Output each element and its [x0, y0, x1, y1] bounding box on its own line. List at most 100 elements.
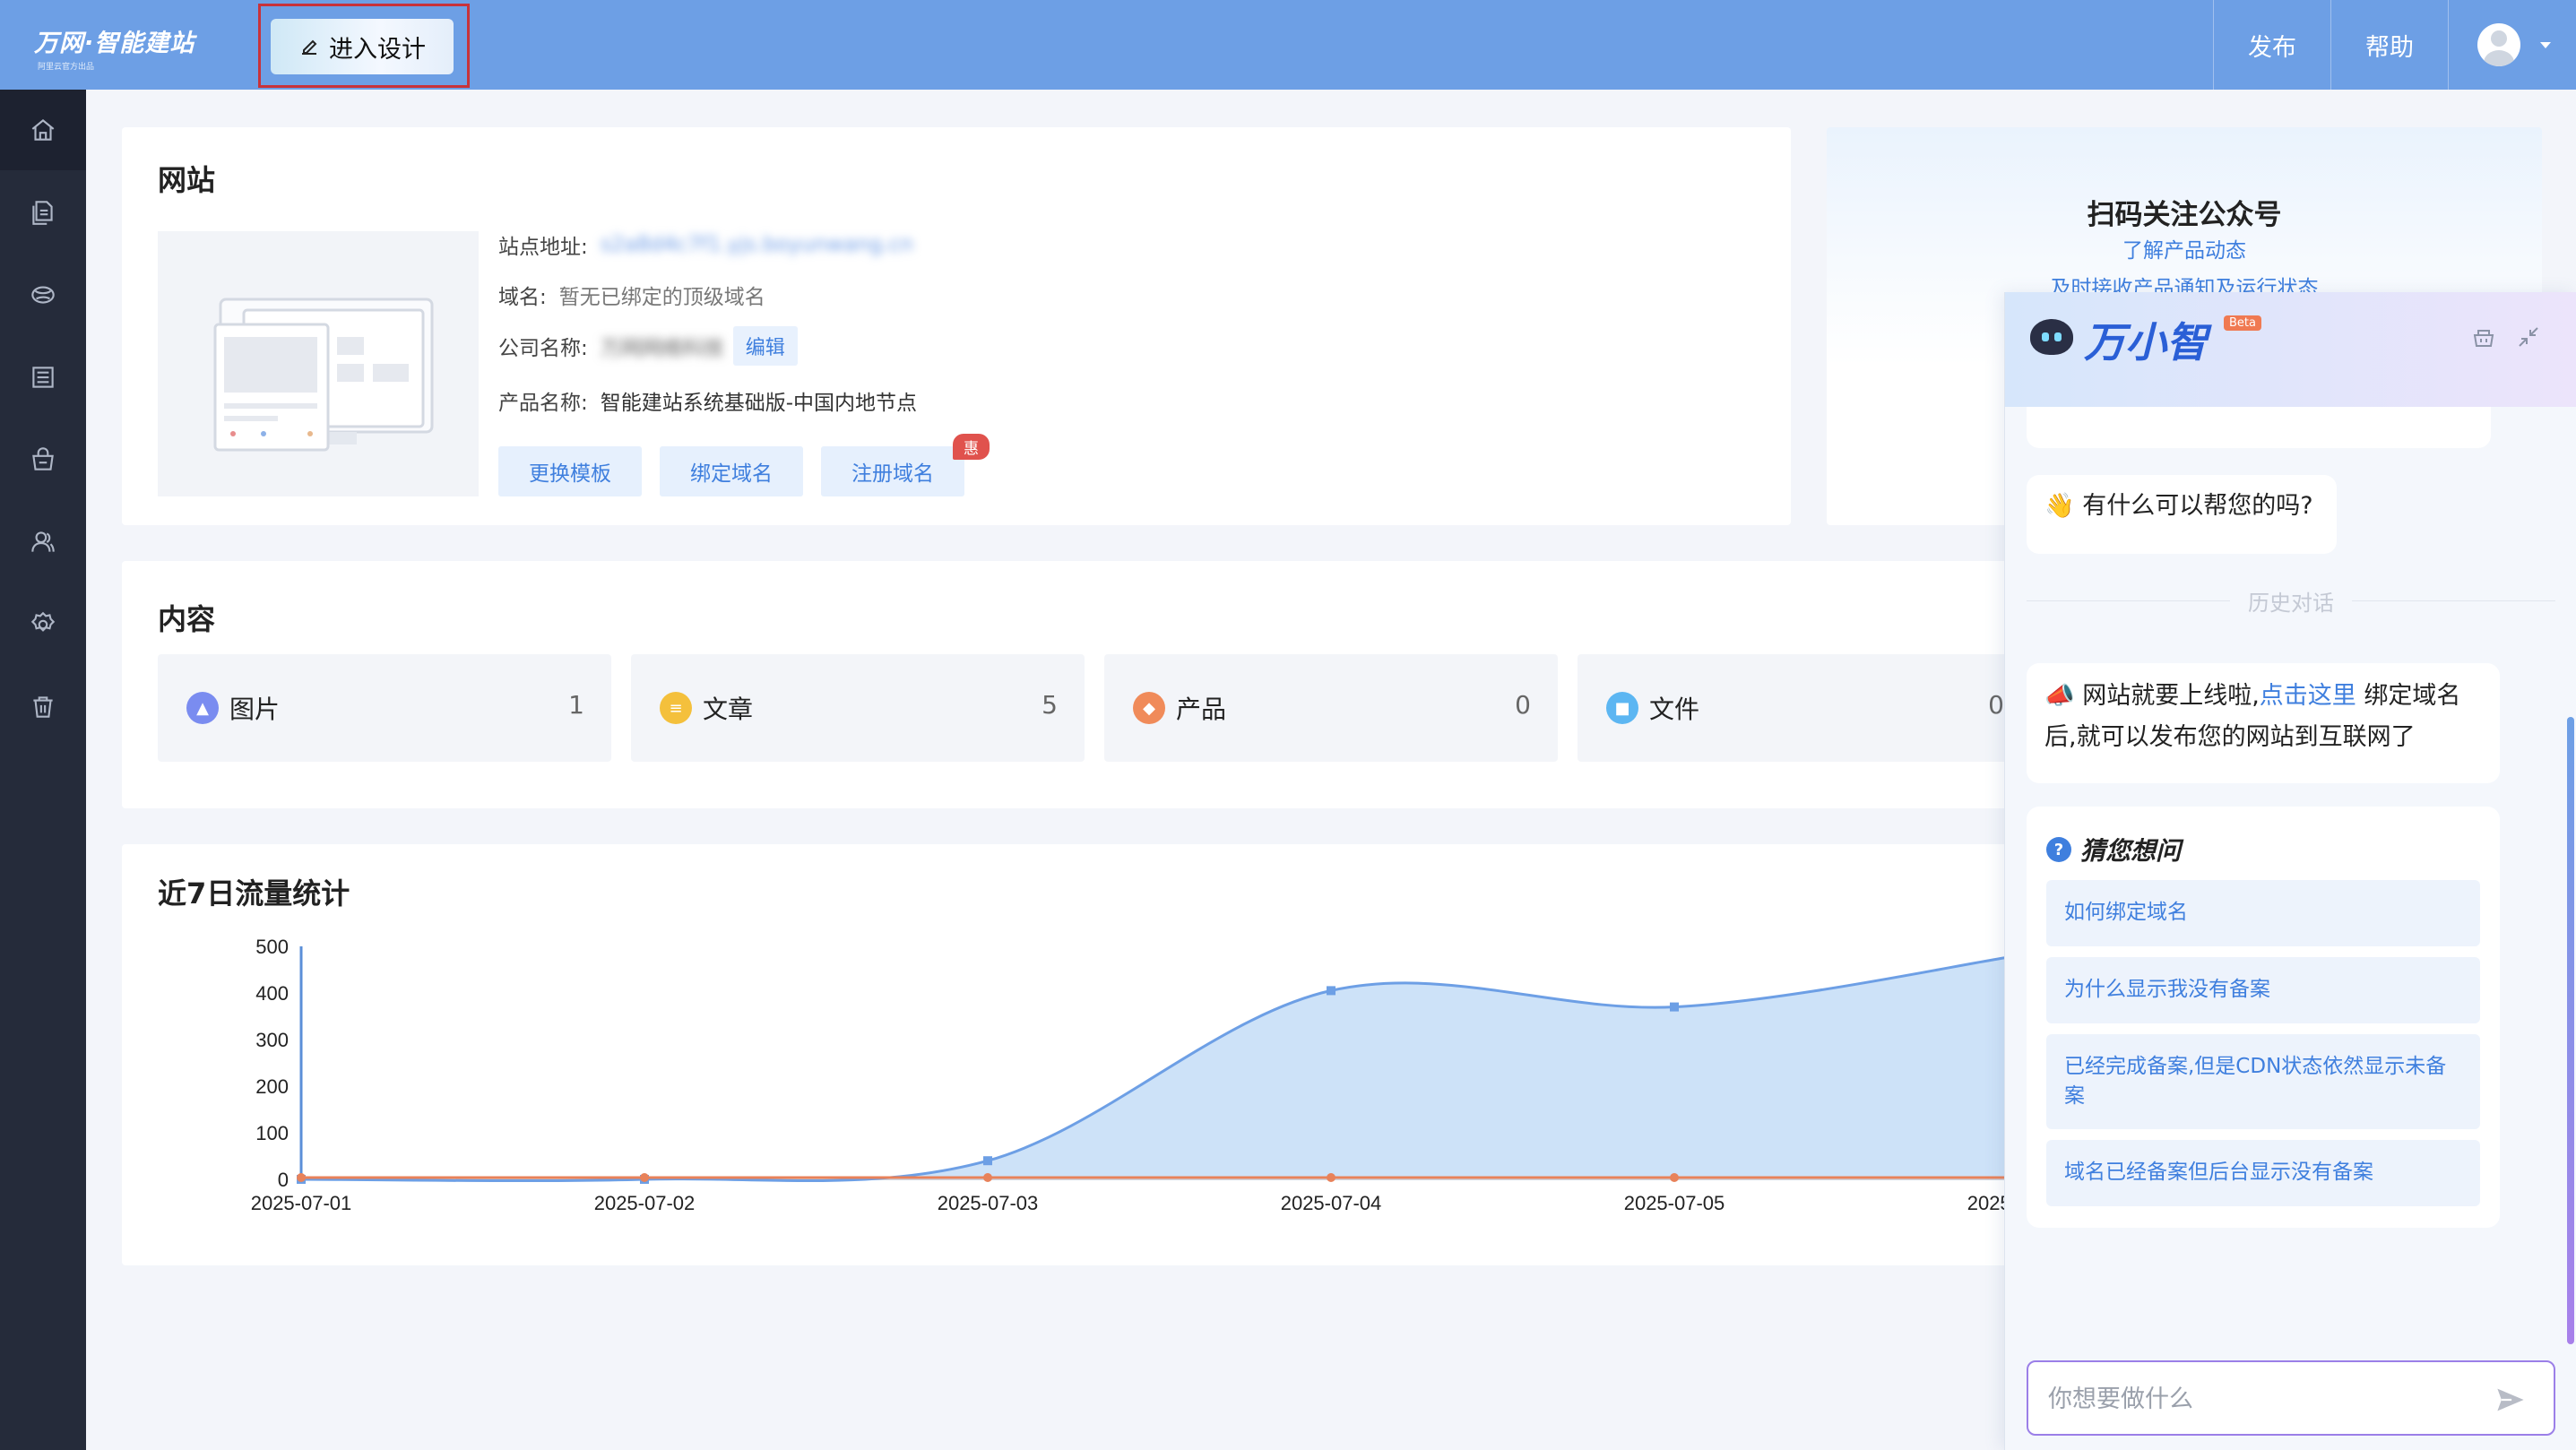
gear-icon — [30, 611, 56, 632]
question-icon: ? — [2046, 837, 2071, 862]
product-value: 智能建站系统基础版-中国内地节点 — [600, 392, 918, 415]
sidebar-item-content[interactable] — [0, 337, 86, 418]
qr-title: 扫码关注公众号 — [2087, 199, 2282, 231]
sidebar-item-design[interactable] — [0, 255, 86, 335]
sidebar-item-pages[interactable] — [0, 172, 86, 253]
change-template-button[interactable]: 更换模板 — [498, 446, 642, 496]
y-tick-label: 300 — [255, 1029, 289, 1051]
website-title: 网站 — [158, 163, 216, 197]
stat-value: 1 — [568, 690, 584, 720]
stat-value: 5 — [1042, 690, 1058, 720]
series-point — [1327, 986, 1336, 996]
list-icon — [32, 367, 54, 388]
content-title: 内容 — [158, 602, 216, 636]
company-row: 公司名称: 万网网络科技 编辑 — [498, 326, 798, 366]
suggestion-item[interactable]: 如何绑定域名 — [2046, 880, 2480, 946]
edit-company-button[interactable]: 编辑 — [732, 326, 798, 366]
chat-msg-prefix: 📣 网站就要上线啦, — [2044, 682, 2260, 710]
shop-icon — [32, 447, 54, 470]
stat-label: 文件 — [1649, 695, 1700, 724]
trash-icon — [33, 696, 53, 718]
send-icon[interactable] — [2494, 1384, 2527, 1416]
company-value: 万网网络科技 — [600, 337, 724, 360]
sidebar-item-shop[interactable] — [0, 419, 86, 500]
content-card: 内容 ▲ 图片 1 ≡ 文章 5 ◆ 产品 0 ■ 文件 0 — [122, 561, 2094, 808]
chat-input[interactable] — [2048, 1378, 2478, 1420]
suggestions-title: ? 猜您想问 — [2046, 832, 2181, 867]
x-tick-label: 2025-07-03 — [938, 1192, 1039, 1214]
home-icon — [31, 119, 55, 141]
series-point-secondary — [1327, 1173, 1336, 1182]
y-tick-label: 0 — [278, 1169, 289, 1191]
series-point — [1670, 1002, 1679, 1012]
series-point-secondary — [983, 1173, 992, 1182]
qr-line-1: 了解产品动态 — [2122, 239, 2246, 263]
traffic-card: 近7日流量统计 0 100 200 300 400 500 2025-07-01 2025-0… — [122, 844, 2094, 1265]
history-divider: 历史对话 — [2027, 585, 2555, 617]
chat-launch-bubble: 📣 网站就要上线啦,点击这里 绑定域名后,就可以发布您的网站到互联网了 — [2027, 663, 2500, 783]
enter-design-button[interactable]: 进入设计 — [271, 19, 454, 74]
discount-badge: 惠 — [953, 434, 990, 460]
top-bar: 万网·智能建站 阿里云官方出品 进入设计 发布 帮助 — [0, 0, 2576, 90]
traffic-chart: 0 100 200 300 400 500 2025-07-01 2025-07-02 2025… — [251, 936, 2094, 1214]
collapse-icon[interactable] — [2514, 323, 2543, 351]
help-link[interactable]: 帮助 — [2330, 0, 2448, 90]
y-tick-label: 500 — [255, 936, 289, 958]
bot-avatar-icon — [2030, 319, 2073, 355]
stat-images[interactable]: ▲ 图片 1 — [158, 654, 611, 762]
edit-pen-icon — [302, 39, 317, 55]
logo[interactable]: 万网·智能建站 阿里云官方出品 — [34, 23, 194, 72]
y-tick-label: 200 — [255, 1075, 289, 1098]
assistant-chat-panel: 名后,就可以发布您的网站到互联网了 万小智 Beta 👋 有什么可以帮您的吗? … — [2004, 292, 2576, 1450]
series-point — [983, 1156, 992, 1166]
pages-icon — [32, 201, 53, 225]
chat-scrollbar[interactable] — [2567, 717, 2574, 1344]
sidebar-item-users[interactable] — [0, 502, 86, 583]
stat-label: 图片 — [229, 695, 281, 724]
sidebar — [0, 90, 86, 1450]
stat-articles[interactable]: ≡ 文章 5 — [631, 654, 1085, 762]
article-icon: ≡ — [660, 692, 692, 724]
publish-button[interactable]: 发布 — [2213, 0, 2330, 90]
suggestion-item[interactable]: 为什么显示我没有备案 — [2046, 957, 2480, 1023]
top-right-nav: 发布 帮助 — [2213, 0, 2576, 90]
stat-label: 文章 — [703, 695, 754, 724]
site-address-link[interactable]: s2a8d4c7f1.yjs.boyunwang.cn — [601, 233, 913, 256]
suggestion-item[interactable]: 域名已经备案但后台显示没有备案 — [2046, 1140, 2480, 1206]
chat-input-box[interactable] — [2027, 1360, 2555, 1436]
product-label: 产品名称: — [498, 392, 588, 415]
chevron-down-icon[interactable] — [2540, 41, 2551, 48]
register-domain-label: 注册域名 — [851, 462, 934, 486]
suggestions-title-text: 猜您想问 — [2080, 836, 2182, 866]
sidebar-item-settings[interactable] — [0, 584, 86, 665]
y-tick-label: 400 — [255, 982, 289, 1005]
stat-files[interactable]: ■ 文件 0 — [1578, 654, 2031, 762]
suggestion-item[interactable]: 已经完成备案,但是CDN状态依然显示未备案 — [2046, 1034, 2480, 1129]
chat-greeting-text: 👋 有什么可以帮您的吗? — [2044, 492, 2313, 520]
stat-products[interactable]: ◆ 产品 0 — [1104, 654, 1558, 762]
sidebar-item-home[interactable] — [0, 90, 86, 170]
clear-chat-icon[interactable] — [2469, 323, 2498, 351]
x-tick-label: 2025-07-01 — [251, 1192, 352, 1214]
company-label: 公司名称: — [498, 337, 588, 360]
stat-value: 0 — [1988, 690, 2004, 720]
logo-text: 万网·智能建站 — [34, 30, 195, 57]
palette-icon — [31, 286, 55, 304]
enter-design-label: 进入设计 — [329, 35, 426, 64]
chat-header: 万小智 Beta — [2005, 292, 2576, 407]
history-label: 历史对话 — [2230, 585, 2352, 617]
click-here-link[interactable]: 点击这里 — [2260, 682, 2356, 710]
beta-badge: Beta — [2224, 315, 2261, 331]
x-tick-label: 2025-07-04 — [1281, 1192, 1382, 1214]
site-thumbnail[interactable] — [158, 231, 479, 496]
avatar[interactable] — [2477, 23, 2520, 66]
sidebar-item-trash[interactable] — [0, 667, 86, 747]
user-menu[interactable] — [2448, 0, 2576, 90]
website-card: 网站 站点地址: s2a8d4c7f1.yjs.boyunwang.cn 域名:… — [122, 127, 1791, 525]
monitor-illustration — [213, 298, 434, 452]
bind-domain-button[interactable]: 绑定域名 — [660, 446, 803, 496]
domain-row: 域名: 暂无已绑定的顶级域名 — [498, 280, 765, 310]
register-domain-button[interactable]: 注册域名 惠 — [821, 434, 990, 496]
series-point-secondary — [640, 1173, 649, 1182]
series-area-fill — [301, 955, 2018, 1181]
